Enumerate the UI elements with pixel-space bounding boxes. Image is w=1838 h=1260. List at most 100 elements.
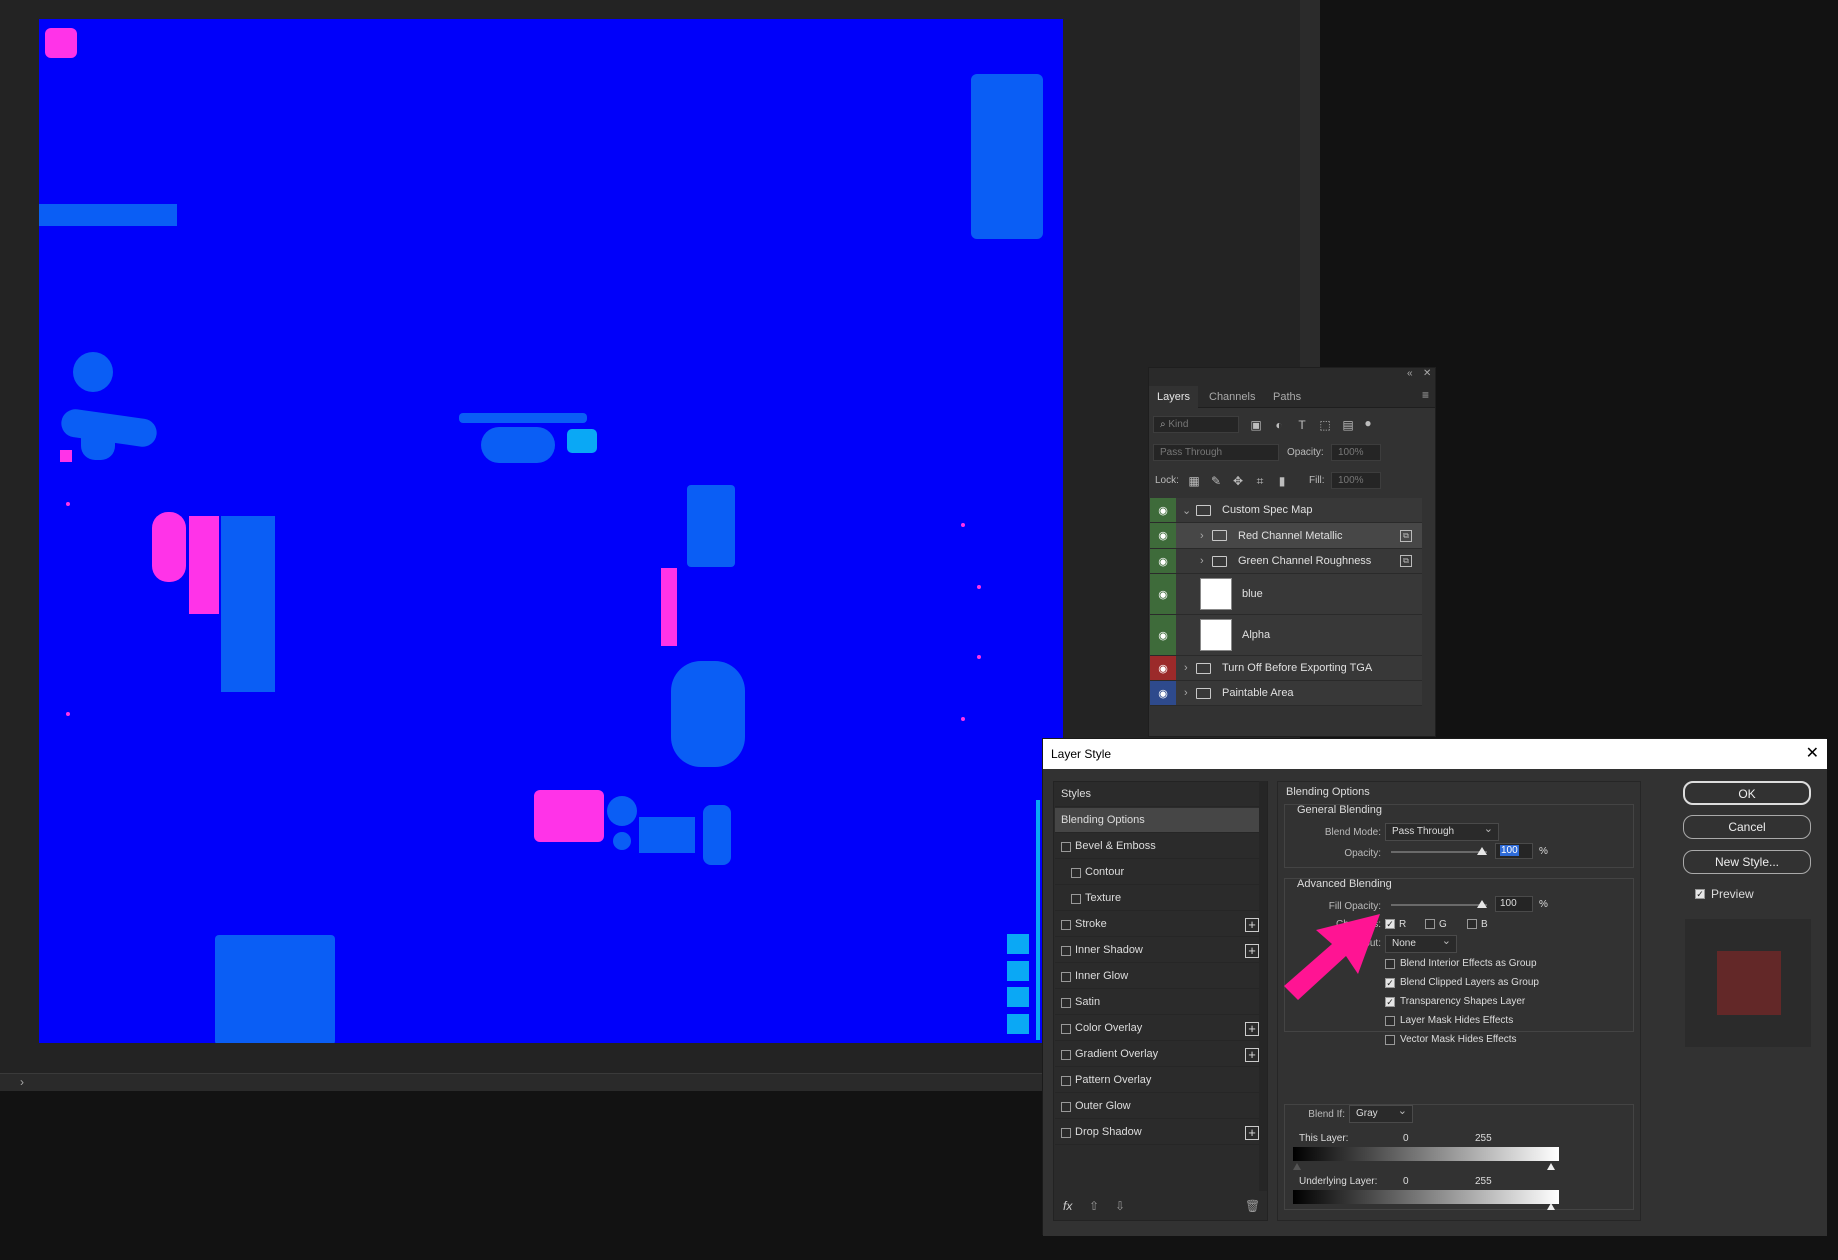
style-item-satin[interactable]: Satin [1055,990,1267,1015]
underlying-layer-white-handle[interactable] [1547,1203,1555,1210]
preview-checkbox[interactable]: ✓ [1695,889,1705,899]
trash-icon[interactable]: 🗑 [1245,1199,1260,1213]
style-item-pattern-overlay[interactable]: Pattern Overlay [1055,1068,1267,1093]
type-filter-icon[interactable]: T [1295,418,1309,432]
collapse-icon[interactable]: « [1407,368,1413,379]
ok-button[interactable]: OK [1683,781,1811,805]
layer-row[interactable]: ◉ › Red Channel Metallic ⧉ [1150,523,1422,549]
visibility-toggle[interactable]: ◉ [1150,574,1176,614]
document-canvas[interactable] [39,19,1063,1043]
new-style-button[interactable]: New Style... [1683,850,1811,874]
style-checkbox[interactable] [1061,1024,1071,1034]
visibility-toggle[interactable]: ◉ [1150,523,1176,548]
lock-artboard-icon[interactable]: ⌗ [1253,474,1267,488]
style-checkbox[interactable] [1061,1128,1071,1138]
tab-channels[interactable]: Channels [1201,386,1263,408]
chevron-right-icon[interactable]: › [1200,549,1204,573]
adv-option-checkbox[interactable] [1385,1035,1395,1045]
tab-paths[interactable]: Paths [1265,386,1309,408]
style-item-inner-glow[interactable]: Inner Glow [1055,964,1267,989]
add-icon[interactable]: + [1245,1048,1259,1062]
chevron-right-icon[interactable]: › [1184,681,1188,705]
filter-toggle-icon[interactable]: ● [1361,416,1375,430]
tab-layers[interactable]: Layers [1149,386,1199,408]
layer-row[interactable]: ◉ Alpha [1150,615,1422,656]
adv-option-checkbox[interactable] [1385,1016,1395,1026]
this-layer-white-handle[interactable] [1547,1163,1555,1170]
layer-row[interactable]: ◉ › Paintable Area [1150,681,1422,706]
style-item-outer-glow[interactable]: Outer Glow [1055,1094,1267,1119]
style-item-drop-shadow[interactable]: Drop Shadow + [1055,1120,1267,1145]
style-item-inner-shadow[interactable]: Inner Shadow + [1055,938,1267,963]
lock-paint-icon[interactable]: ✎ [1209,474,1223,488]
style-checkbox[interactable] [1061,920,1071,930]
fill-opacity-slider-knob[interactable] [1477,900,1487,908]
style-checkbox[interactable] [1061,1050,1071,1060]
style-item-color-overlay[interactable]: Color Overlay + [1055,1016,1267,1041]
layer-row[interactable]: ◉ › Turn Off Before Exporting TGA [1150,656,1422,681]
chevron-right-icon[interactable]: › [1184,656,1188,680]
lock-transparent-icon[interactable]: ▦ [1187,474,1201,488]
cancel-button[interactable]: Cancel [1683,815,1811,839]
fill-opacity-slider[interactable] [1391,904,1487,906]
opacity-field[interactable]: 100% [1331,444,1381,461]
filter-kind-select[interactable]: ⌕ Kind [1153,416,1239,433]
panel-menu-icon[interactable]: ≡ [1422,388,1429,402]
layer-row[interactable]: ◉ ⌄ Custom Spec Map [1150,498,1422,523]
style-item-stroke[interactable]: Stroke + [1055,912,1267,937]
arrow-down-icon[interactable]: ⇩ [1115,1199,1125,1213]
visibility-toggle[interactable]: ◉ [1150,498,1176,522]
blend-if-select[interactable]: Gray [1349,1103,1413,1123]
this-layer-gradient[interactable] [1293,1147,1559,1161]
style-checkbox[interactable] [1061,972,1071,982]
visibility-toggle[interactable]: ◉ [1150,681,1176,705]
close-icon[interactable]: ✕ [1806,739,1819,769]
chevron-down-icon[interactable]: ⌄ [1182,498,1191,522]
style-item-blending-options[interactable]: Blending Options [1055,808,1267,833]
fill-field[interactable]: 100% [1331,472,1381,489]
fill-opacity-input[interactable]: 100 [1495,896,1533,912]
style-item-gradient-overlay[interactable]: Gradient Overlay + [1055,1042,1267,1067]
layer-row[interactable]: ◉ › Green Channel Roughness ⧉ [1150,549,1422,574]
chevron-right-icon[interactable]: › [1200,523,1204,548]
opacity-slider-knob[interactable] [1477,847,1487,855]
opacity-input[interactable]: 100 [1495,843,1533,859]
visibility-toggle[interactable]: ◉ [1150,549,1176,573]
opacity-slider[interactable] [1391,851,1487,853]
expand-icon[interactable]: › [20,1075,24,1089]
add-icon[interactable]: + [1245,1126,1259,1140]
style-checkbox[interactable] [1061,1076,1071,1086]
this-layer-black-handle[interactable] [1293,1163,1301,1170]
add-icon[interactable]: + [1245,1022,1259,1036]
style-checkbox[interactable] [1071,894,1081,904]
fx-icon[interactable]: fx [1063,1199,1072,1213]
visibility-toggle[interactable]: ◉ [1150,656,1176,680]
lock-all-icon[interactable]: ▮ [1275,474,1289,488]
underlying-layer-gradient[interactable] [1293,1190,1559,1204]
add-icon[interactable]: + [1245,944,1259,958]
styles-scrollbar[interactable] [1259,781,1267,1191]
blend-mode-select[interactable]: Pass Through [1153,444,1279,461]
style-checkbox[interactable] [1071,868,1081,878]
layer-row[interactable]: ◉ blue [1150,574,1422,615]
image-filter-icon[interactable]: ▣ [1249,418,1263,432]
arrow-up-icon[interactable]: ⇧ [1089,1199,1099,1213]
shape-filter-icon[interactable]: ⬚ [1318,418,1332,432]
style-checkbox[interactable] [1061,946,1071,956]
knockout-select[interactable]: None [1385,933,1457,953]
style-checkbox[interactable] [1061,842,1071,852]
style-item-bevel-emboss[interactable]: Bevel & Emboss [1055,834,1267,859]
smart-object-filter-icon[interactable]: ▤ [1341,418,1355,432]
style-item-contour[interactable]: Contour [1055,860,1267,885]
lock-position-icon[interactable]: ✥ [1231,474,1245,488]
add-icon[interactable]: + [1245,918,1259,932]
adjustment-filter-icon[interactable]: ◐ [1272,418,1286,432]
styles-header[interactable]: Styles [1055,782,1267,807]
style-checkbox[interactable] [1061,1102,1071,1112]
close-icon[interactable]: ✕ [1423,368,1431,379]
preview-toggle[interactable]: ✓ Preview [1695,887,1754,901]
channel-b-checkbox[interactable] [1467,919,1477,929]
channel-g-checkbox[interactable] [1425,919,1435,929]
style-checkbox[interactable] [1061,998,1071,1008]
blend-mode-select[interactable]: Pass Through [1385,821,1499,841]
